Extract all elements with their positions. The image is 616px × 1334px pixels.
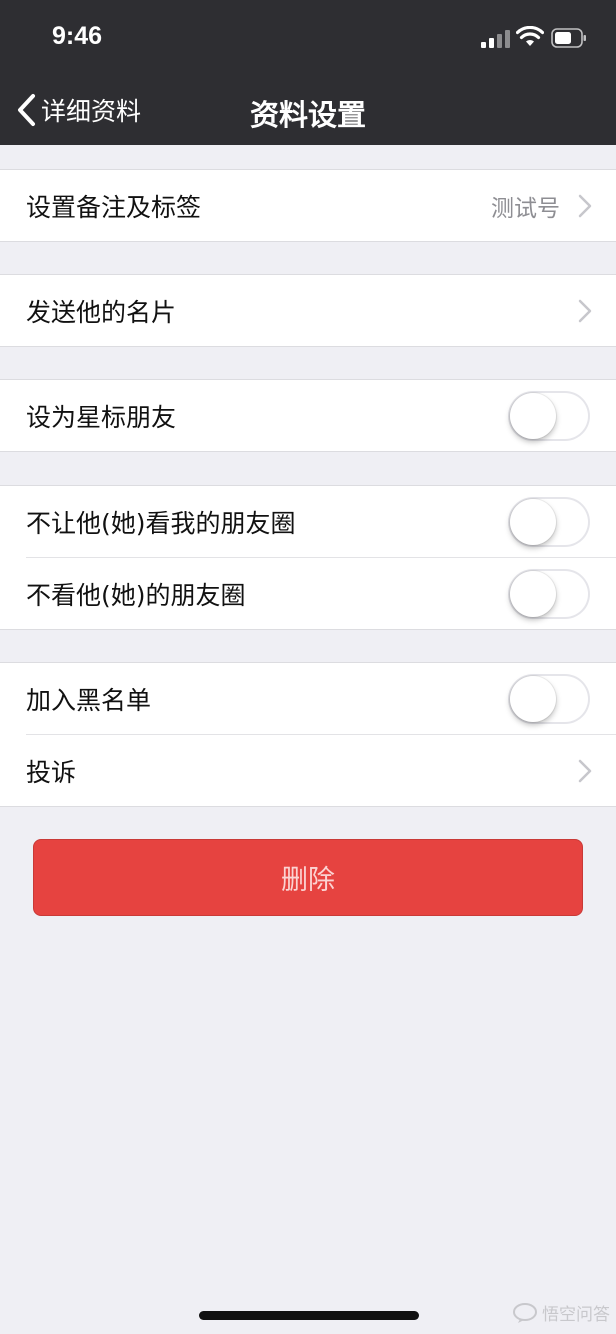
status-bar: 9:46 bbox=[0, 0, 616, 78]
setting-value: 测试号 bbox=[491, 195, 560, 222]
delete-button-label: 删除 bbox=[281, 865, 335, 896]
blacklist-toggle[interactable] bbox=[508, 673, 590, 724]
setting-row-star-friend: 设为星标朋友 bbox=[0, 380, 616, 451]
home-indicator[interactable] bbox=[199, 1311, 419, 1320]
toggle-knob bbox=[510, 392, 556, 439]
battery-icon bbox=[551, 28, 586, 48]
setting-row-hide-their-moments: 不看他(她)的朋友圈 bbox=[26, 557, 616, 629]
chevron-right-icon bbox=[578, 759, 592, 782]
delete-contact-button[interactable]: 删除 bbox=[33, 839, 583, 916]
setting-row-hide-my-moments: 不让他(她)看我的朋友圈 bbox=[0, 486, 616, 557]
setting-label: 投诉 bbox=[26, 757, 77, 787]
page-title: 资料设置 bbox=[249, 98, 366, 132]
setting-row-send-card[interactable]: 发送他的名片 bbox=[0, 275, 616, 346]
setting-label: 设为星标朋友 bbox=[26, 402, 177, 432]
setting-label: 设置备注及标签 bbox=[26, 192, 202, 222]
cellular-signal-icon bbox=[481, 30, 513, 48]
chevron-right-icon bbox=[578, 194, 592, 217]
settings-group-remark: 设置备注及标签 测试号 bbox=[0, 169, 616, 242]
setting-row-blacklist: 加入黑名单 bbox=[0, 663, 616, 734]
navigation-bar: 详细资料 资料设置 bbox=[0, 78, 616, 145]
wifi-icon bbox=[516, 26, 544, 46]
chevron-right-icon bbox=[578, 299, 592, 322]
watermark-text: 悟空问答 bbox=[542, 1305, 610, 1325]
setting-label: 加入黑名单 bbox=[26, 685, 152, 715]
hide-their-moments-toggle[interactable] bbox=[508, 568, 590, 619]
setting-label: 发送他的名片 bbox=[26, 297, 177, 327]
setting-row-remark-tags[interactable]: 设置备注及标签 测试号 bbox=[0, 170, 616, 241]
status-time: 9:46 bbox=[52, 22, 103, 50]
settings-group-moments: 不让他(她)看我的朋友圈 不看他(她)的朋友圈 bbox=[0, 485, 616, 630]
watermark: 悟空问答 bbox=[512, 1300, 610, 1325]
settings-group-block: 加入黑名单 投诉 bbox=[0, 662, 616, 807]
speech-bubble-logo-icon bbox=[513, 1302, 537, 1323]
settings-group-card: 发送他的名片 bbox=[0, 274, 616, 347]
star-friend-toggle[interactable] bbox=[508, 390, 590, 441]
toggle-knob bbox=[510, 498, 556, 545]
setting-label: 不让他(她)看我的朋友圈 bbox=[26, 508, 296, 538]
setting-row-report[interactable]: 投诉 bbox=[26, 734, 616, 806]
hide-my-moments-toggle[interactable] bbox=[508, 496, 590, 547]
toggle-knob bbox=[510, 675, 556, 722]
toggle-knob bbox=[510, 570, 556, 617]
settings-group-star: 设为星标朋友 bbox=[0, 379, 616, 452]
setting-label: 不看他(她)的朋友圈 bbox=[26, 580, 246, 610]
